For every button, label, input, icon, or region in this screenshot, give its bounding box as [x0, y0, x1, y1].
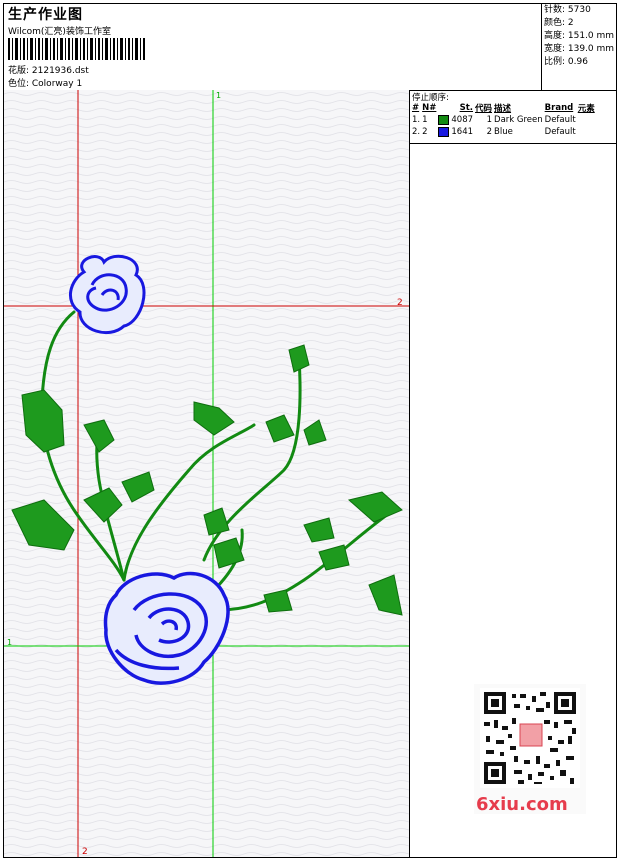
- design-height: 高度: 151.0 mm: [544, 31, 615, 41]
- row-brand: Default: [544, 115, 576, 125]
- guide-label-right: 2: [397, 298, 403, 308]
- company-name: Wilcom(汇亮)装饰工作室: [8, 27, 111, 37]
- row-element: [577, 114, 596, 126]
- col-element: 元素: [577, 104, 595, 114]
- sheet-title: 生产作业图: [8, 7, 83, 23]
- guide-label-top: 1: [216, 91, 221, 100]
- col-swatch: [437, 102, 450, 114]
- row-brand: Default: [544, 127, 576, 137]
- col-code: 代码: [475, 104, 493, 114]
- row-element: [577, 126, 596, 138]
- stop-sequence-panel: 停止顺序: # N# St. 代码 描述 Brand 元素 1. 1 4087 …: [410, 90, 616, 144]
- color-swatch: [437, 114, 450, 126]
- col-desc: 描述: [494, 104, 512, 114]
- color-count: 颜色: 2: [544, 18, 574, 28]
- row-n: 2: [422, 127, 428, 137]
- row-stitches: 4087: [451, 115, 474, 125]
- production-sheet: 生产作业图 Wilcom(汇亮)装饰工作室 花版: 2121936.dst 色位…: [3, 3, 617, 858]
- row-num: 1.: [412, 115, 421, 125]
- qr-center-stamp: [519, 723, 543, 747]
- barcode: [8, 38, 145, 60]
- stop-sequence-header: # N# St. 代码 描述 Brand 元素: [411, 102, 596, 114]
- pattern-file: 花版: 2121936.dst: [8, 66, 89, 76]
- table-row: 2. 2 1641 2 Blue Default: [411, 126, 596, 138]
- row-desc: Dark Green: [494, 115, 543, 125]
- col-st: St.: [459, 103, 474, 113]
- sheet-header: 生产作业图 Wilcom(汇亮)装饰工作室 花版: 2121936.dst 色位…: [4, 4, 616, 91]
- table-row: 1. 1 4087 1 Dark Green Default: [411, 114, 596, 126]
- row-n: 1: [422, 115, 428, 125]
- watermark-logo: 6xiu.com: [476, 794, 568, 815]
- row-desc: Blue: [494, 127, 513, 137]
- guide-label-bottom: 2: [82, 847, 88, 857]
- row-stitches: 1641: [451, 127, 474, 137]
- colorway: 色位: Colorway 1: [8, 79, 83, 89]
- col-hash: #: [412, 103, 420, 113]
- stats-panel: 针数: 5730 颜色: 2 高度: 151.0 mm 宽度: 139.0 mm…: [541, 4, 617, 90]
- row-code: 2: [486, 127, 493, 137]
- row-code: 1: [486, 115, 493, 125]
- col-brand: Brand: [544, 103, 574, 113]
- stitch-count: 针数: 5730: [544, 5, 591, 15]
- design-width: 宽度: 139.0 mm: [544, 44, 615, 54]
- design-preview: 1 2 1 2: [4, 90, 410, 857]
- stop-sequence-table: # N# St. 代码 描述 Brand 元素 1. 1 4087 1 Dark…: [411, 102, 596, 138]
- embroidery-artwork: 1 2 1 2: [4, 90, 409, 857]
- guide-label-left: 1: [7, 638, 12, 647]
- design-scale: 比例: 0.96: [544, 57, 588, 67]
- color-swatch: [437, 126, 450, 138]
- row-num: 2.: [412, 127, 421, 137]
- col-n: N#: [422, 103, 437, 113]
- small-rose: [69, 254, 146, 335]
